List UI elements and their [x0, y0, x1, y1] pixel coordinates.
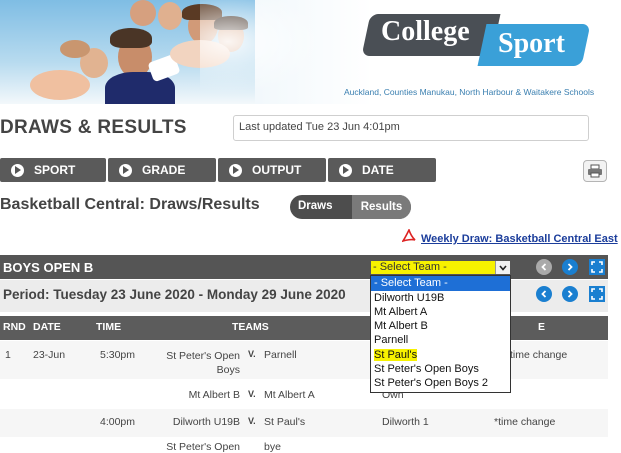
- row1-vs: V.: [248, 349, 256, 359]
- prev-team-button[interactable]: [536, 259, 552, 275]
- play-icon: [229, 163, 242, 177]
- row1-time: 5:30pm: [100, 349, 136, 361]
- row2-home: Mt Albert B: [188, 389, 240, 401]
- team-name: BOYS OPEN B: [3, 260, 94, 275]
- nav-sport-button[interactable]: SPORT: [0, 158, 106, 182]
- expand-icon: [591, 261, 603, 273]
- last-updated-text: Last updated Tue 23 Jun 4:01pm: [239, 121, 400, 133]
- row3-venue: Dilworth 1: [382, 416, 429, 428]
- table-header: [0, 316, 608, 340]
- col-rnd: RND: [3, 321, 26, 333]
- page-title: DRAWS & RESULTS: [0, 117, 187, 138]
- col-notes: E: [538, 321, 546, 333]
- weekly-draw-link[interactable]: Weekly Draw: Basketball Central East: [421, 233, 618, 245]
- team-option[interactable]: - Select Team -: [371, 276, 510, 291]
- printer-icon: [588, 164, 602, 178]
- col-time: TIME: [96, 321, 122, 333]
- expand-icon: [591, 288, 603, 300]
- chevron-right-icon: [567, 263, 573, 271]
- row4-away: bye: [264, 441, 281, 453]
- select-dropdown-arrow[interactable]: [495, 261, 510, 274]
- team-option[interactable]: St Peter's Open Boys 2: [371, 376, 510, 391]
- nav-sport-label: SPORT: [34, 163, 76, 177]
- nav-date-button[interactable]: DATE: [328, 158, 436, 182]
- nav-date-label: DATE: [362, 163, 394, 177]
- section-title: Basketball Central: Draws/Results: [0, 196, 260, 213]
- row3-home: Dilworth U19B: [172, 416, 240, 428]
- next-team-button[interactable]: [562, 259, 578, 275]
- expand-button[interactable]: [589, 259, 605, 275]
- pdf-icon: [402, 229, 416, 243]
- nav-grade-label: GRADE: [142, 163, 186, 177]
- team-select[interactable]: - Select Team -: [370, 260, 511, 275]
- logo-sport-text: Sport: [498, 28, 565, 59]
- team-option[interactable]: Mt Albert A: [371, 305, 510, 320]
- row2-away: Mt Albert A: [264, 389, 315, 401]
- play-icon: [11, 163, 24, 177]
- row1-date: 23-Jun: [33, 349, 66, 361]
- period-text: Period: Tuesday 23 June 2020 - Monday 29…: [3, 287, 346, 302]
- col-teams: TEAMS: [232, 321, 269, 333]
- logo-college-text: College: [381, 16, 470, 47]
- nav-output-button[interactable]: OUTPUT: [218, 158, 326, 182]
- nav-output-label: OUTPUT: [252, 163, 302, 177]
- next-period-button[interactable]: [562, 286, 578, 302]
- row3-away: St Paul's: [264, 416, 306, 428]
- row1-note: time change: [510, 349, 568, 361]
- toggle-results-button[interactable]: Results: [352, 195, 411, 219]
- nav-grade-button[interactable]: GRADE: [108, 158, 216, 182]
- team-option[interactable]: Dilworth U19B: [371, 291, 510, 306]
- chevron-down-icon: [499, 264, 507, 271]
- chevron-left-icon: [541, 263, 547, 271]
- col-date: DATE: [33, 321, 61, 333]
- chevron-left-icon: [541, 290, 547, 298]
- row1-away: Parnell: [264, 349, 297, 361]
- team-option-label: St Paul's: [374, 349, 418, 361]
- print-button[interactable]: [583, 160, 607, 182]
- row1-home: St Peter's Open Boys: [166, 350, 240, 376]
- team-option[interactable]: St Paul's: [371, 348, 510, 363]
- header-tagline: Auckland, Counties Manukau, North Harbou…: [344, 87, 595, 97]
- row2-vs: V.: [248, 389, 256, 399]
- play-icon: [339, 163, 352, 177]
- play-icon: [119, 163, 132, 177]
- header-banner: College Sport Auckland, Counties Manukau…: [0, 0, 621, 104]
- chevron-right-icon: [567, 290, 573, 298]
- expand-period-button[interactable]: [589, 286, 605, 302]
- row3-vs: V.: [248, 416, 256, 426]
- row1-rnd: 1: [5, 349, 11, 361]
- team-option[interactable]: St Peter's Open Boys: [371, 362, 510, 377]
- team-option[interactable]: Mt Albert B: [371, 319, 510, 334]
- toggle-draws-button[interactable]: Draws: [298, 200, 350, 214]
- prev-period-button[interactable]: [536, 286, 552, 302]
- team-option[interactable]: Parnell: [371, 333, 510, 348]
- row3-time: 4:00pm: [100, 416, 136, 428]
- row4-home: St Peter's Open: [166, 441, 240, 453]
- row3-note: *time change: [494, 416, 556, 428]
- table-row: [0, 438, 608, 452]
